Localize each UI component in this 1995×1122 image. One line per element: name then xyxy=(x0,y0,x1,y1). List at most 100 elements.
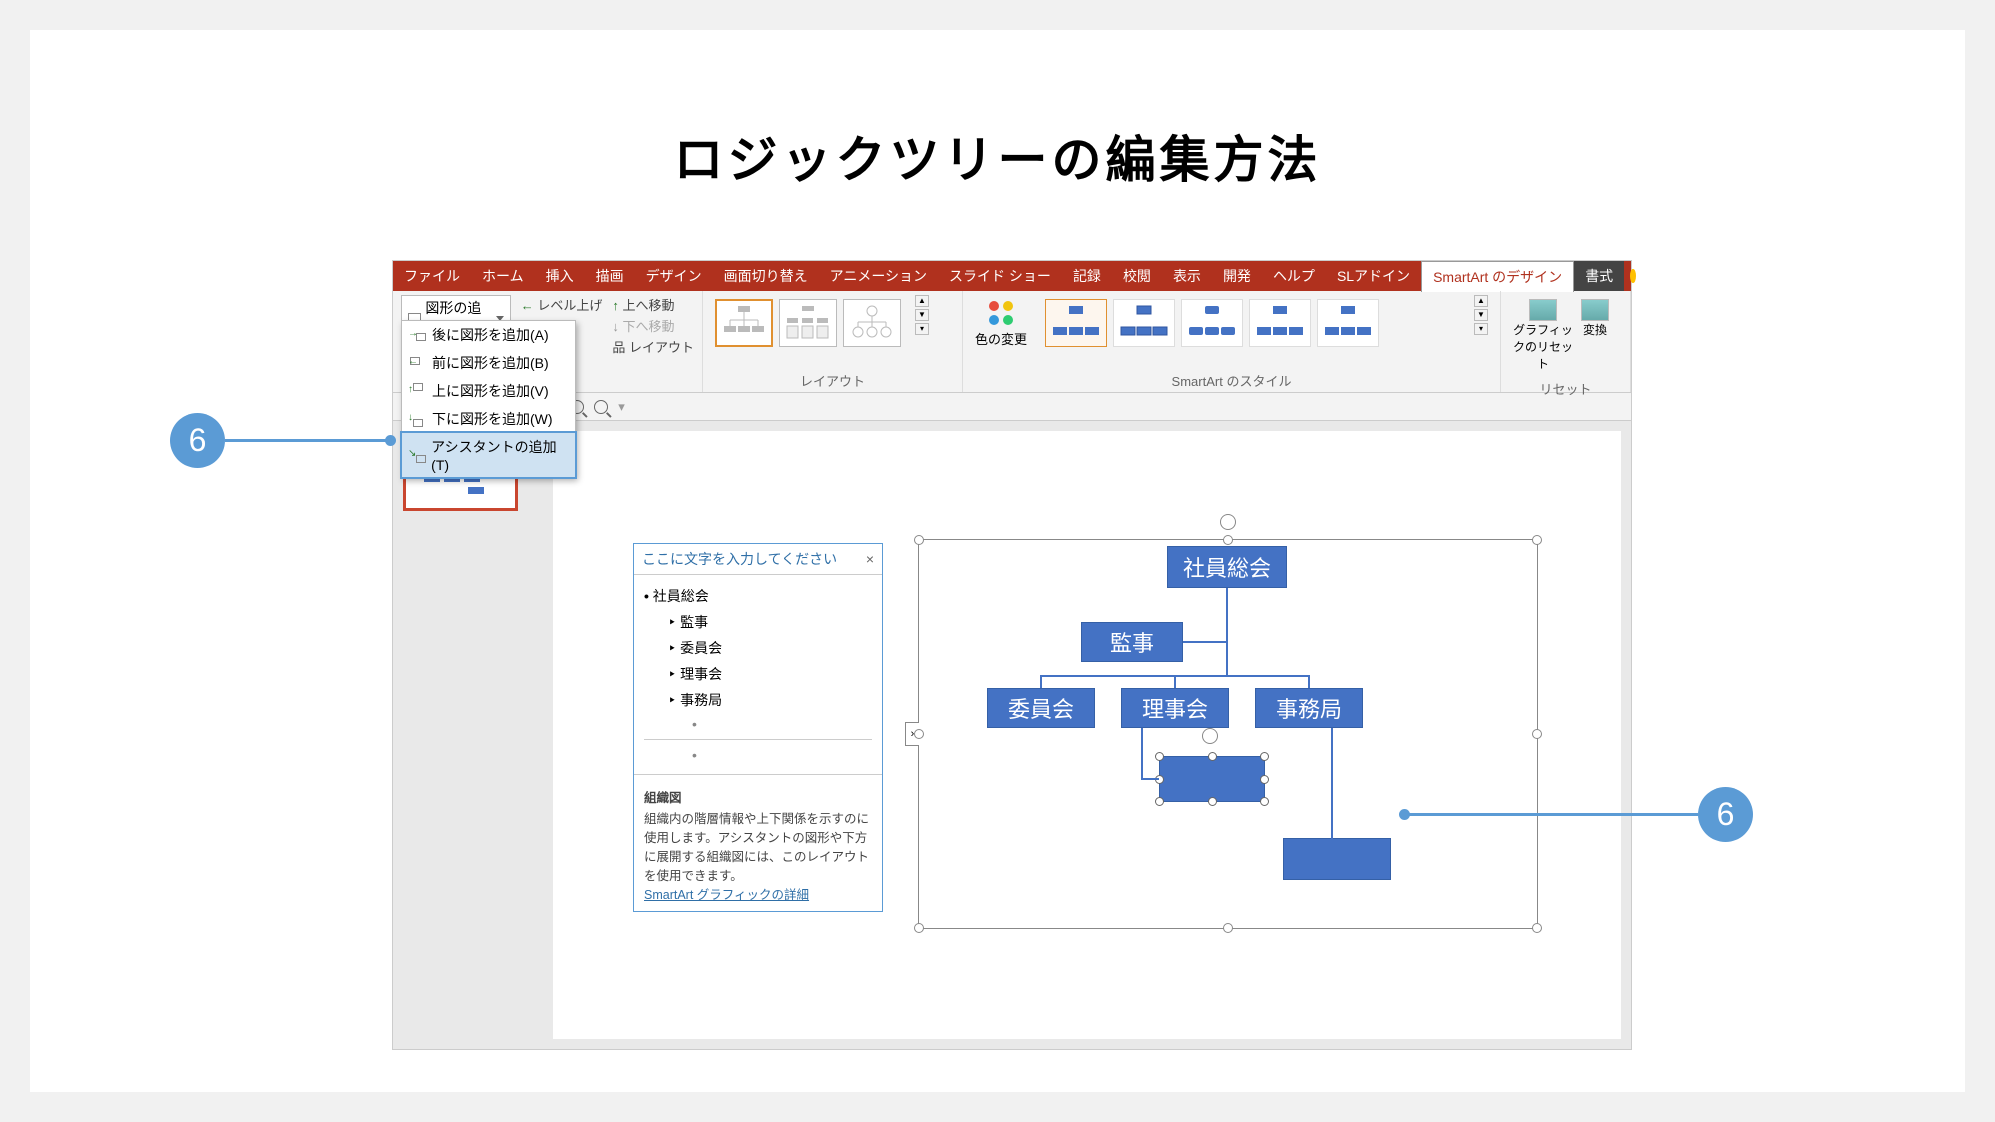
org-node-child-3[interactable]: 事務局 xyxy=(1255,688,1363,728)
list-item[interactable]: 事務局 xyxy=(644,687,872,713)
resize-handle[interactable] xyxy=(1260,775,1269,784)
org-chart: 社員総会 監事 委員会 理事会 事務局 xyxy=(919,540,1537,928)
list-item[interactable] xyxy=(644,713,872,735)
text-pane-title: ここに文字を入力してください xyxy=(642,549,837,569)
layout-gallery-more[interactable]: ▲▼▾ xyxy=(915,295,933,335)
move-down-button[interactable]: 下へ移動 xyxy=(612,316,694,335)
level-up-button[interactable]: レベル上げ xyxy=(521,295,603,314)
menu-add-after[interactable]: →後に図形を追加(A) xyxy=(402,321,575,349)
rotate-handle-icon[interactable] xyxy=(1220,514,1236,530)
tab-home[interactable]: ホーム xyxy=(471,261,535,291)
tab-file[interactable]: ファイル xyxy=(393,261,471,291)
list-item[interactable]: 理事会 xyxy=(644,661,872,687)
tab-review[interactable]: 校閲 xyxy=(1112,261,1162,291)
tab-sladdin[interactable]: SLアドイン xyxy=(1326,261,1421,291)
tab-slideshow[interactable]: スライド ショー xyxy=(938,261,1062,291)
style-thumb-2[interactable] xyxy=(1113,299,1175,347)
layout-thumb-1[interactable] xyxy=(715,299,773,347)
tab-draw[interactable]: 描画 xyxy=(585,261,635,291)
add-assistant-icon: ↘ xyxy=(410,449,425,461)
tab-insert[interactable]: 挿入 xyxy=(535,261,585,291)
powerpoint-window: ファイル ホーム 挿入 描画 デザイン 画面切り替え アニメーション スライド … xyxy=(392,260,1632,1050)
add-shape-dropdown: →後に図形を追加(A) ←前に図形を追加(B) ↑上に図形を追加(V) ↓下に図… xyxy=(401,320,576,478)
close-icon[interactable]: × xyxy=(866,551,874,567)
callout-line-left xyxy=(225,439,395,442)
workspace: ここに文字を入力してください × 社員総会 監事 委員会 理事会 事務局 xyxy=(393,421,1631,1049)
ribbon: 図形の追加 →後に図形を追加(A) ←前に図形を追加(B) ↑上に図形を追加(V… xyxy=(393,291,1631,393)
menu-add-before[interactable]: ←前に図形を追加(B) xyxy=(402,349,575,377)
tab-format[interactable]: 書式 xyxy=(1574,261,1624,291)
org-node-root[interactable]: 社員総会 xyxy=(1167,546,1287,588)
list-item[interactable]: 監事 xyxy=(644,609,872,635)
layout-thumb-2[interactable] xyxy=(779,299,837,347)
menu-add-below[interactable]: ↓下に図形を追加(W) xyxy=(402,405,575,433)
tell-me[interactable]: 操作アシ xyxy=(1630,236,1662,316)
connector xyxy=(1183,641,1227,643)
org-node-selected[interactable] xyxy=(1159,756,1265,802)
layout-dropdown[interactable]: レイアウト xyxy=(612,337,694,356)
style-thumb-4[interactable] xyxy=(1249,299,1311,347)
tab-view[interactable]: 表示 xyxy=(1162,261,1212,291)
list-item[interactable]: 委員会 xyxy=(644,635,872,661)
org-node-extra[interactable] xyxy=(1283,838,1391,880)
ribbon-group-layouts: ▲▼▾ レイアウト xyxy=(703,291,963,392)
resize-handle[interactable] xyxy=(1155,752,1164,761)
list-item[interactable]: 社員総会 xyxy=(644,583,872,609)
options-bar: A ▾ 25 ▾ ⟲ ⁞ ⁞⁞ I‖ ▦ ▾ xyxy=(393,393,1631,421)
ribbon-group-styles: 色の変更 ▲▼▾ SmartArt のスタイル xyxy=(963,291,1501,392)
ribbon-group-create: 図形の追加 →後に図形を追加(A) ←前に図形を追加(B) ↑上に図形を追加(V… xyxy=(393,291,703,392)
tab-animations[interactable]: アニメーション xyxy=(819,261,938,291)
resize-handle[interactable] xyxy=(1208,797,1217,806)
style-thumb-5[interactable] xyxy=(1317,299,1379,347)
smartart-container[interactable]: › 社員総会 監事 xyxy=(918,539,1538,929)
callout-badge-right: 6 xyxy=(1698,787,1753,842)
connector xyxy=(1174,675,1176,688)
add-above-icon: ↑ xyxy=(410,385,426,397)
style-thumb-3[interactable] xyxy=(1181,299,1243,347)
org-node-assistant[interactable]: 監事 xyxy=(1081,622,1183,662)
layout-thumb-3[interactable] xyxy=(843,299,901,347)
slide-canvas[interactable]: ここに文字を入力してください × 社員総会 監事 委員会 理事会 事務局 xyxy=(553,431,1621,1039)
callout-badge-left: 6 xyxy=(170,413,225,468)
move-up-button[interactable]: 上へ移動 xyxy=(612,295,694,314)
color-swatch-icon xyxy=(987,299,1015,327)
resize-handle[interactable] xyxy=(1155,797,1164,806)
reset-graphic-button[interactable]: グラフィックのリセット xyxy=(1513,299,1573,372)
layout-gallery xyxy=(711,295,905,351)
tab-smartart-design[interactable]: SmartArt のデザイン xyxy=(1421,261,1574,292)
menu-add-assistant[interactable]: ↘アシスタントの追加(T) xyxy=(400,431,577,479)
document-frame: ロジックツリーの編集方法 ファイル ホーム 挿入 描画 デザイン 画面切り替え … xyxy=(30,30,1965,1092)
style-gallery-more[interactable]: ▲▼▾ xyxy=(1474,295,1492,335)
tab-design[interactable]: デザイン xyxy=(635,261,713,291)
style-gallery xyxy=(1041,295,1464,351)
resize-handle[interactable] xyxy=(1208,752,1217,761)
tab-help[interactable]: ヘルプ xyxy=(1262,261,1326,291)
convert-button[interactable]: 変換 xyxy=(1581,299,1609,372)
smartart-more-link[interactable]: SmartArt グラフィックの詳細 xyxy=(644,884,872,903)
connector xyxy=(1331,728,1333,858)
text-pane-list[interactable]: 社員総会 監事 委員会 理事会 事務局 xyxy=(634,575,882,770)
tab-transitions[interactable]: 画面切り替え xyxy=(713,261,819,291)
menu-add-above[interactable]: ↑上に図形を追加(V) xyxy=(402,377,575,405)
tab-developer[interactable]: 開発 xyxy=(1212,261,1262,291)
reset-icon xyxy=(1529,299,1557,321)
org-node-child-1[interactable]: 委員会 xyxy=(987,688,1095,728)
canvas-area: ここに文字を入力してください × 社員総会 監事 委員会 理事会 事務局 xyxy=(543,421,1631,1049)
connector xyxy=(1331,858,1332,860)
tab-record[interactable]: 記録 xyxy=(1062,261,1112,291)
connector xyxy=(1040,675,1042,688)
list-item[interactable] xyxy=(644,744,872,766)
callout-line-right xyxy=(1400,813,1698,816)
connector xyxy=(1141,778,1159,780)
change-colors-button[interactable]: 色の変更 xyxy=(971,295,1031,352)
resize-handle[interactable] xyxy=(1260,752,1269,761)
zoom-out-icon[interactable] xyxy=(594,400,608,414)
page-title: ロジックツリーの編集方法 xyxy=(30,120,1965,192)
org-node-child-2[interactable]: 理事会 xyxy=(1121,688,1229,728)
add-after-icon: → xyxy=(410,329,426,341)
resize-handle[interactable] xyxy=(1260,797,1269,806)
rotate-handle-icon[interactable] xyxy=(1202,728,1218,744)
add-below-icon: ↓ xyxy=(410,413,426,425)
connector xyxy=(1308,675,1310,688)
style-thumb-1[interactable] xyxy=(1045,299,1107,347)
